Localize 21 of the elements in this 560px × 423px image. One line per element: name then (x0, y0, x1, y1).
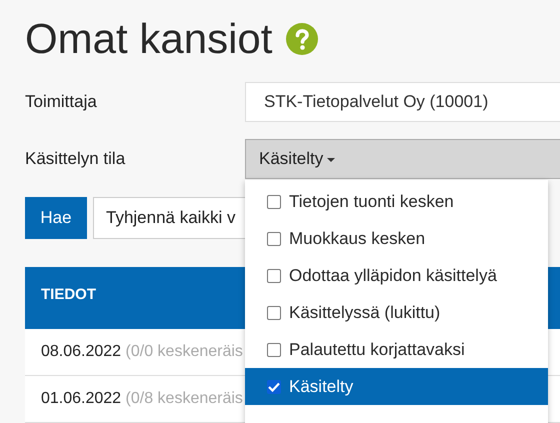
supplier-select[interactable]: STK-Tietopalvelut Oy (10001) (245, 82, 560, 122)
status-option[interactable]: Käsittelyssä (lukittu) (245, 294, 548, 331)
search-button[interactable]: Hae (25, 197, 87, 239)
checkbox[interactable] (267, 306, 281, 320)
table-cell-text: 08.06.2022 (0/0 keskeneräis (40, 343, 243, 361)
checkbox[interactable] (267, 232, 281, 246)
caret-icon (327, 158, 336, 162)
checkbox[interactable] (267, 380, 281, 394)
page-title: Omat kansiot (25, 15, 272, 63)
status-option[interactable]: Palautettu korjattavaksi (245, 331, 548, 368)
help-icon[interactable] (286, 23, 318, 55)
checkbox[interactable] (267, 194, 281, 208)
status-option[interactable]: Odottaa ylläpidon käsittelyä (245, 257, 548, 294)
status-dropdown[interactable]: Käsitelty (245, 139, 560, 179)
field-label: Toimittaja (25, 92, 98, 112)
status-option[interactable]: Käsitelty (245, 368, 548, 405)
checkbox[interactable] (267, 342, 281, 356)
column-header: TIEDOT (41, 286, 96, 303)
field-label: Käsittelyn tila (25, 149, 126, 169)
table-cell-text: 01.06.2022 (0/8 keskeneräis (40, 390, 243, 408)
checkbox[interactable] (267, 268, 281, 282)
